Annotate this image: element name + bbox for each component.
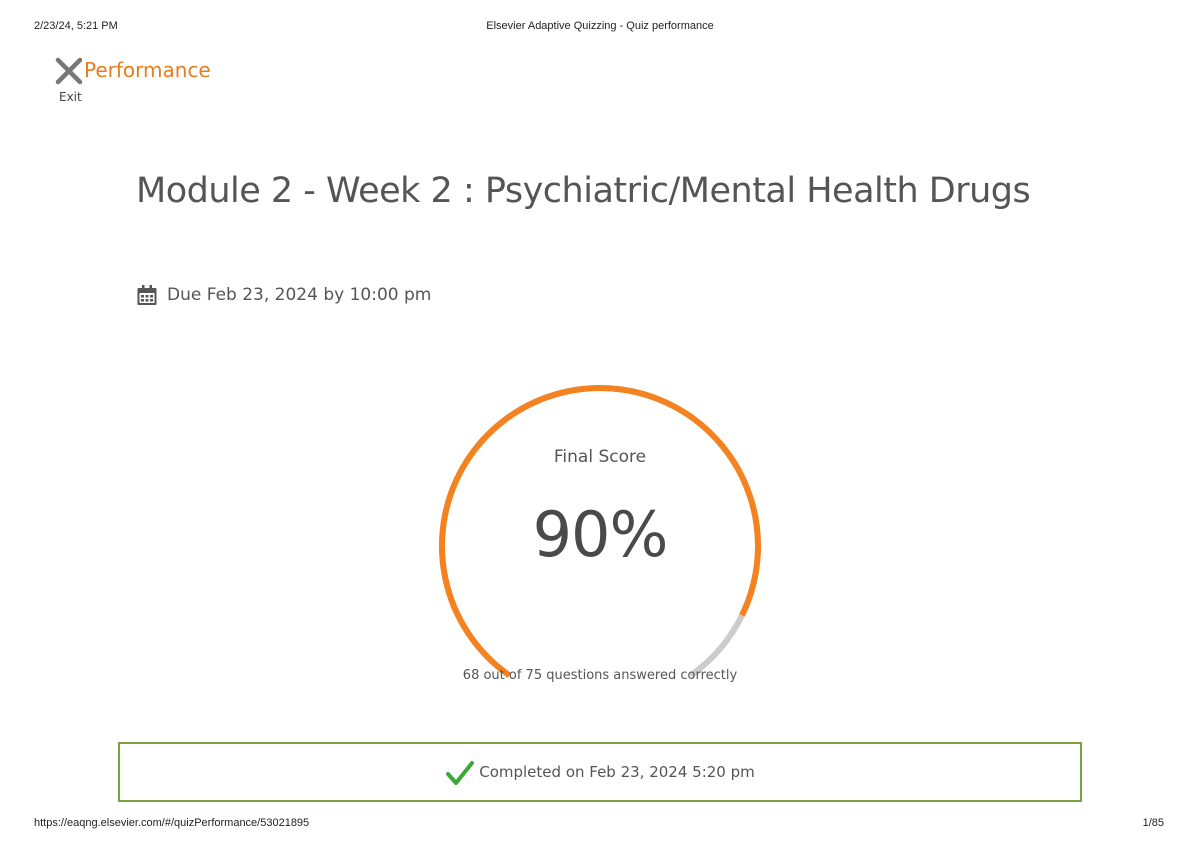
score-gauge: Final Score 90% <box>430 378 770 678</box>
exit-button[interactable]: Performance Exit <box>54 56 234 108</box>
checkmark-icon <box>446 761 475 785</box>
print-page-title: Elsevier Adaptive Quizzing - Quiz perfor… <box>486 20 714 32</box>
page-title: Performance <box>84 58 211 82</box>
quiz-title: Module 2 - Week 2 : Psychiatric/Mental H… <box>136 171 1031 211</box>
score-label: Final Score <box>553 447 647 467</box>
completion-banner: Completed on Feb 23, 2024 5:20 pm <box>118 742 1082 802</box>
print-url: https://eaqng.elsevier.com/#/quizPerform… <box>34 817 310 829</box>
due-date-row: Due Feb 23, 2024 by 10:00 pm <box>136 282 431 308</box>
completion-text: Completed on Feb 23, 2024 5:20 pm <box>479 763 755 781</box>
score-detail: 68 out of 75 questions answered correctl… <box>462 668 738 683</box>
score-value: 90% <box>532 498 669 571</box>
calendar-icon <box>137 285 157 305</box>
exit-label: Exit <box>59 90 82 104</box>
print-page-number: 1/85 <box>1142 817 1164 829</box>
due-date: Due Feb 23, 2024 by 10:00 pm <box>167 285 432 305</box>
close-icon <box>55 57 83 85</box>
